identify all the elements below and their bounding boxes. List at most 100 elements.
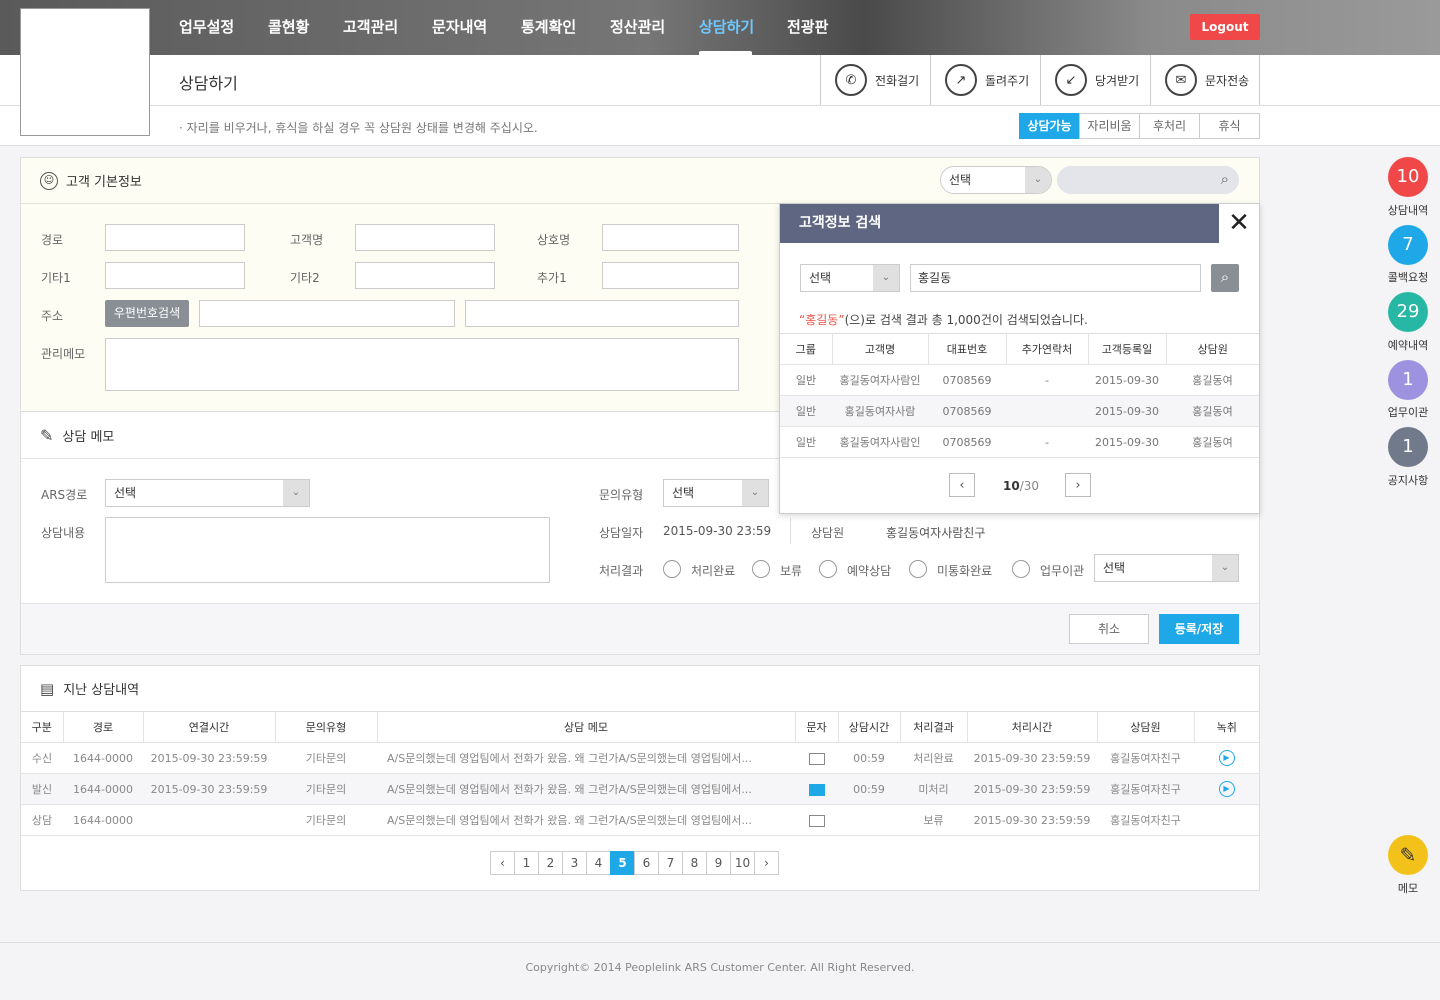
- cell: [795, 773, 838, 805]
- cell: [838, 804, 900, 836]
- page-button[interactable]: 1: [514, 851, 539, 875]
- page-button[interactable]: 10: [730, 851, 755, 875]
- popup-select-value: 선택: [809, 271, 832, 285]
- document-icon: ▤: [40, 679, 55, 698]
- cancel-button[interactable]: 취소: [1069, 614, 1149, 644]
- page-button-current[interactable]: 5: [610, 851, 635, 875]
- chevron-left-icon[interactable]: ‹: [490, 851, 515, 875]
- side-label-notice: 공지사항: [1387, 474, 1429, 487]
- search-icon[interactable]: ⌕: [1211, 264, 1239, 292]
- col-extra-phone: 추가연락처: [1005, 333, 1088, 365]
- customer-search-input[interactable]: ⌕: [1057, 166, 1239, 194]
- nav-item-settings[interactable]: 업무설정: [179, 16, 234, 37]
- cell: 0708569: [928, 395, 1006, 427]
- nav-item-dashboard[interactable]: 전광판: [787, 16, 828, 37]
- search-icon[interactable]: ⌕: [1221, 170, 1229, 188]
- page-button[interactable]: 9: [706, 851, 731, 875]
- result-transfer-radio[interactable]: [1012, 560, 1030, 578]
- page-button[interactable]: 6: [634, 851, 659, 875]
- send-sms-button[interactable]: ✉ 문자전송: [1150, 55, 1260, 105]
- chevron-right-icon[interactable]: ›: [754, 851, 779, 875]
- side-badge-notice[interactable]: 1: [1388, 427, 1428, 467]
- popup-search-select[interactable]: 선택 ⌄: [800, 264, 900, 292]
- page-button[interactable]: 3: [562, 851, 587, 875]
- address-field-1[interactable]: [199, 300, 455, 327]
- result-complete-radio[interactable]: [663, 560, 681, 578]
- name-label: 고객명: [290, 233, 324, 247]
- call-button[interactable]: ✆ 전화걸기: [820, 55, 930, 105]
- result-hold-radio[interactable]: [752, 560, 770, 578]
- col-group: 그룹: [780, 333, 832, 365]
- col-duration: 상담시간: [837, 711, 900, 743]
- side-badge-consult-history[interactable]: 10: [1388, 157, 1428, 197]
- table-row[interactable]: 일반 홍길동여자사람인 0708569-2015-09-30 홍길동여: [780, 364, 1259, 396]
- result-complete-label: 처리완료: [691, 564, 736, 578]
- customer-search-select[interactable]: 선택 ⌄: [940, 166, 1052, 194]
- close-icon[interactable]: ✕: [1219, 204, 1259, 243]
- page-button[interactable]: 2: [538, 851, 563, 875]
- result-missed-radio[interactable]: [909, 560, 927, 578]
- popup-search-input[interactable]: 홍길동: [910, 264, 1201, 292]
- etc2-field[interactable]: [355, 262, 495, 289]
- nav-item-consult[interactable]: 상담하기: [699, 16, 754, 37]
- play-icon[interactable]: ▶: [1218, 781, 1235, 797]
- cell: 1644-0000: [63, 742, 143, 774]
- status-wrapup-button[interactable]: 후처리: [1139, 113, 1200, 139]
- nav-item-customers[interactable]: 고객관리: [343, 16, 398, 37]
- col-done-time: 처리시간: [966, 711, 1097, 743]
- status-away-button[interactable]: 자리비움: [1079, 113, 1140, 139]
- result-transfer-label: 업무이관: [1040, 564, 1085, 578]
- chevron-down-icon: ⌄: [742, 480, 768, 506]
- etc1-field[interactable]: [105, 262, 245, 289]
- status-available-button[interactable]: 상담가능: [1019, 113, 1080, 139]
- cell: 홍길동여: [1166, 426, 1259, 458]
- result-reserve-radio[interactable]: [819, 560, 837, 578]
- chevron-left-icon[interactable]: ‹: [949, 473, 975, 497]
- management-memo-field[interactable]: [105, 338, 739, 391]
- consult-memo-title-text: 상담 메모: [62, 430, 115, 445]
- user-icon: ☺: [40, 171, 58, 190]
- pickup-label: 당겨받기: [1095, 73, 1140, 88]
- side-badge-reservation[interactable]: 29: [1388, 292, 1428, 332]
- pickup-button[interactable]: ↙ 당겨받기: [1040, 55, 1150, 105]
- side-badge-transfer[interactable]: 1: [1388, 360, 1428, 400]
- page-button[interactable]: 8: [682, 851, 707, 875]
- nav-item-statistics[interactable]: 통계확인: [521, 16, 576, 37]
- table-row[interactable]: 일반 홍길동여자사람 0708569 2015-09-30 홍길동여: [780, 395, 1259, 427]
- agent-label: 상담원: [811, 526, 845, 540]
- page-button[interactable]: 4: [586, 851, 611, 875]
- company-field[interactable]: [602, 224, 739, 251]
- route-field[interactable]: [105, 224, 245, 251]
- ars-route-select[interactable]: 선택 ⌄: [105, 479, 310, 507]
- customer-search-select-value: 선택: [949, 173, 972, 187]
- logout-button[interactable]: Logout: [1190, 14, 1260, 40]
- result-select[interactable]: 선택 ⌄: [1094, 554, 1239, 582]
- page-button[interactable]: 7: [658, 851, 683, 875]
- play-icon[interactable]: ▶: [1218, 750, 1235, 766]
- address-field-2[interactable]: [465, 300, 739, 327]
- etc1-label: 기타1: [41, 271, 71, 285]
- cell: 홍길동여자친구: [1097, 804, 1194, 836]
- name-field[interactable]: [355, 224, 495, 251]
- inquiry-type-select[interactable]: 선택 ⌄: [663, 479, 769, 507]
- nav-item-billing[interactable]: 정산관리: [610, 16, 665, 37]
- envelope-icon[interactable]: [808, 752, 825, 765]
- envelope-icon[interactable]: [808, 814, 825, 827]
- envelope-open-icon[interactable]: [808, 783, 825, 796]
- cell: 00:59: [838, 773, 900, 805]
- nav-item-sms-history[interactable]: 문자내역: [432, 16, 487, 37]
- status-break-button[interactable]: 휴식: [1199, 113, 1260, 139]
- table-row[interactable]: 상담 1644-0000 기타문의 A/S문의했는데 영업팀에서 전화가 왔음.…: [21, 804, 1259, 836]
- nav-item-call-status[interactable]: 콜현황: [268, 16, 309, 37]
- transfer-button[interactable]: ↗ 돌려주기: [930, 55, 1040, 105]
- chevron-right-icon[interactable]: ›: [1065, 473, 1091, 497]
- table-row[interactable]: 발신 1644-0000 2015-09-30 23:59:59 기타문의 A/…: [21, 773, 1259, 805]
- table-row[interactable]: 수신 1644-0000 2015-09-30 23:59:59 기타문의 A/…: [21, 742, 1259, 774]
- side-badge-callback[interactable]: 7: [1388, 225, 1428, 265]
- consult-content-field[interactable]: [105, 517, 550, 583]
- table-row[interactable]: 일반 홍길동여자사람인 0708569-2015-09-30 홍길동여: [780, 426, 1259, 458]
- zip-search-button[interactable]: 우편번호검색: [105, 300, 189, 327]
- add1-field[interactable]: [602, 262, 739, 289]
- memo-pencil-icon[interactable]: ✎: [1388, 835, 1428, 875]
- save-button[interactable]: 등록/저장: [1159, 614, 1239, 644]
